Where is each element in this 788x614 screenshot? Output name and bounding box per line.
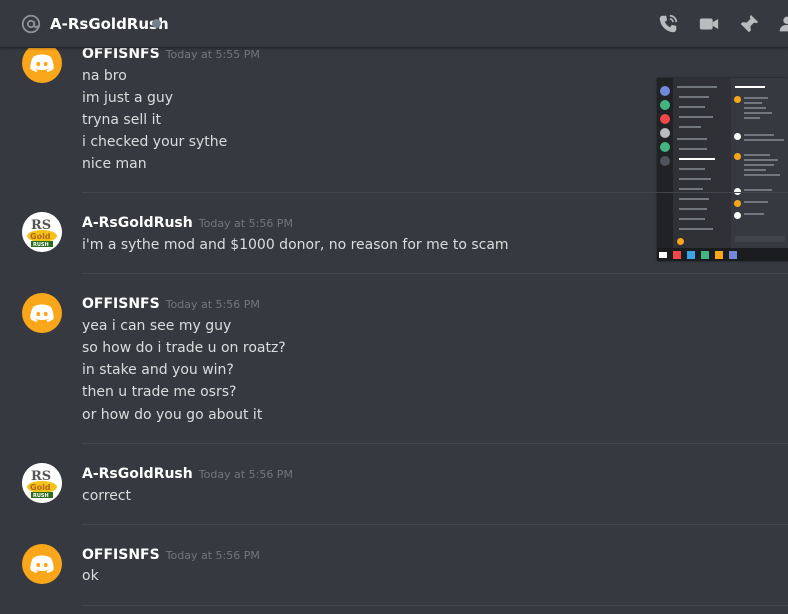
status-indicator bbox=[152, 19, 161, 28]
message-author[interactable]: A-RsGoldRush Today at 5:56 PM bbox=[82, 214, 293, 233]
discord-logo-icon bbox=[30, 54, 54, 72]
video-camera-icon[interactable] bbox=[698, 13, 720, 35]
user-avatar[interactable] bbox=[22, 293, 62, 333]
author-name[interactable]: A-RsGoldRush bbox=[82, 215, 193, 231]
message-line: so how do i trade u on roatz? bbox=[82, 340, 286, 356]
message-timestamp: Today at 5:56 PM bbox=[198, 217, 293, 230]
thumb-taskbar bbox=[657, 248, 788, 261]
message-divider bbox=[82, 524, 788, 525]
message-timestamp: Today at 5:56 PM bbox=[198, 468, 293, 481]
phone-call-icon[interactable] bbox=[657, 13, 679, 35]
message-line: tryna sell it bbox=[82, 112, 161, 128]
message-divider bbox=[82, 443, 788, 444]
message-line: or how do you go about it bbox=[82, 407, 263, 423]
author-name[interactable]: OFFISNFS bbox=[82, 296, 160, 312]
message-author[interactable]: A-RsGoldRush Today at 5:56 PM bbox=[82, 465, 293, 484]
author-name[interactable]: OFFISNFS bbox=[82, 547, 160, 563]
attachment-image[interactable] bbox=[657, 78, 788, 261]
pin-icon[interactable] bbox=[738, 13, 760, 35]
channel-name: A-RsGoldRush bbox=[50, 15, 169, 33]
members-icon[interactable] bbox=[776, 13, 788, 35]
message-line: i checked your sythe bbox=[82, 134, 228, 150]
message-timestamp: Today at 5:55 PM bbox=[165, 48, 260, 61]
message-author[interactable]: OFFISNFS Today at 5:56 PM bbox=[82, 295, 260, 314]
discord-logo-icon bbox=[30, 555, 54, 573]
channel-header: A-RsGoldRush bbox=[0, 0, 788, 48]
message-timestamp: Today at 5:56 PM bbox=[165, 298, 260, 311]
thumb-guild-list bbox=[657, 78, 673, 248]
message-divider bbox=[82, 273, 788, 274]
rs-gold-rush-logo: RS Gold RUSH bbox=[22, 463, 62, 503]
message-line: in stake and you win? bbox=[82, 362, 234, 378]
user-avatar[interactable] bbox=[22, 43, 62, 83]
svg-text:RUSH: RUSH bbox=[33, 493, 49, 499]
message-line: ok bbox=[82, 568, 99, 584]
message-line: correct bbox=[82, 488, 132, 504]
message-line: na bro bbox=[82, 68, 127, 84]
discord-logo-icon bbox=[30, 304, 54, 322]
message-line: yea i can see my guy bbox=[82, 318, 232, 334]
message-line: then u trade me osrs? bbox=[82, 384, 237, 400]
user-avatar[interactable] bbox=[22, 544, 62, 584]
message-line: im just a guy bbox=[82, 90, 174, 106]
svg-text:RUSH: RUSH bbox=[33, 242, 49, 248]
svg-text:Gold: Gold bbox=[30, 483, 51, 492]
svg-text:Gold: Gold bbox=[30, 232, 51, 241]
message-line: i'm a sythe mod and $1000 donor, no reas… bbox=[82, 237, 509, 253]
message-divider bbox=[82, 605, 788, 606]
author-name[interactable]: A-RsGoldRush bbox=[82, 466, 193, 482]
author-name[interactable]: OFFISNFS bbox=[82, 46, 160, 62]
message-timestamp: Today at 5:56 PM bbox=[165, 549, 260, 562]
rs-gold-rush-logo: RS Gold RUSH bbox=[22, 212, 62, 252]
at-icon bbox=[21, 14, 41, 34]
thumb-channel-list bbox=[673, 78, 731, 248]
message-author[interactable]: OFFISNFS Today at 5:56 PM bbox=[82, 546, 260, 565]
thumb-chat-area bbox=[731, 78, 788, 248]
user-avatar[interactable]: RS Gold RUSH bbox=[22, 463, 62, 503]
user-avatar[interactable]: RS Gold RUSH bbox=[22, 212, 62, 252]
message-divider bbox=[82, 192, 788, 193]
message-line: nice man bbox=[82, 156, 147, 172]
